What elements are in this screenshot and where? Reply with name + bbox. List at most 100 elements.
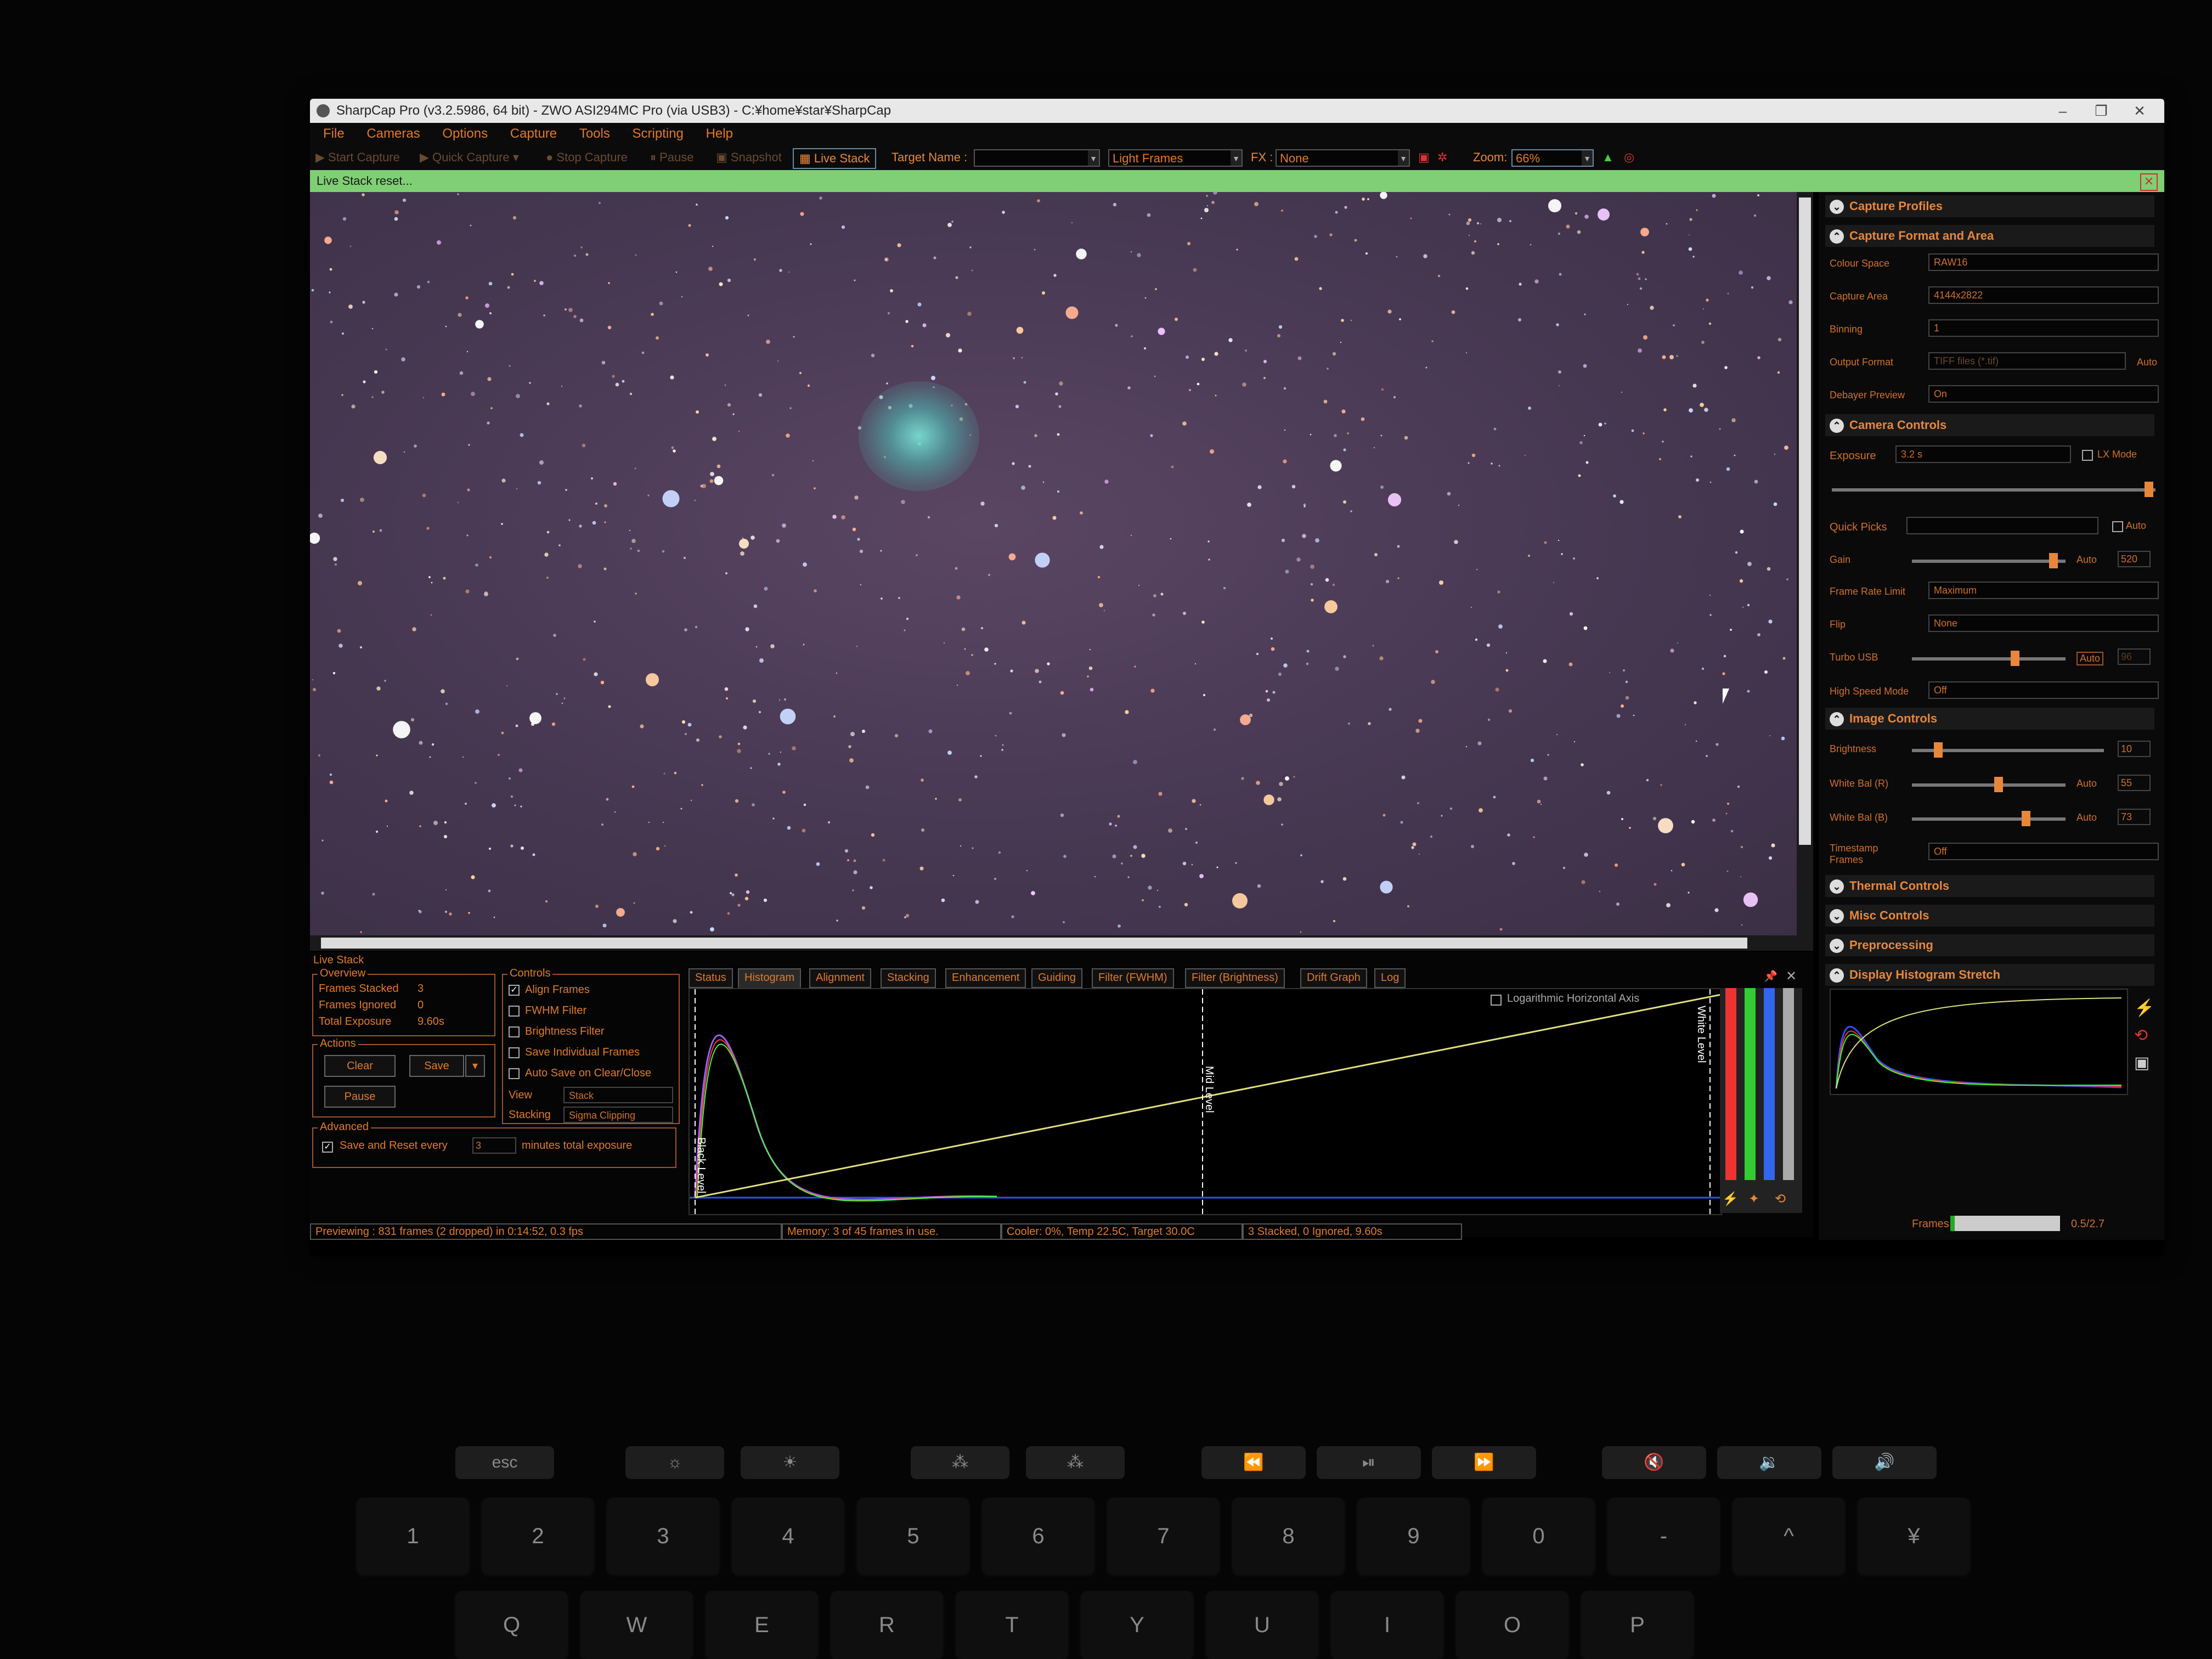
key-8[interactable]: 8 [1232,1498,1345,1575]
quick-picks-select[interactable] [1906,517,2098,534]
brightness-up-key[interactable]: ☀ [741,1446,839,1479]
key--[interactable]: - [1607,1498,1720,1575]
output-format-select[interactable]: TIFF files (*.tif) [1928,352,2126,370]
tab-status[interactable]: Status [689,968,733,988]
histogram-stretch-header[interactable]: ⌃ Display Histogram Stretch [1825,964,2154,986]
green-level-bar[interactable] [1745,988,1756,1180]
auto-save-checkbox[interactable] [509,1068,520,1079]
live-stack-button[interactable]: ▦ Live Stack [793,148,877,169]
key-p[interactable]: P [1581,1591,1694,1659]
key-o[interactable]: O [1456,1591,1568,1659]
tab-drift-graph[interactable]: Drift Graph [1300,968,1367,988]
turbo-usb-slider[interactable] [1912,651,2066,666]
image-preview[interactable] [310,192,1797,935]
keyboard-light-up-key[interactable]: ⁂ [1026,1446,1125,1479]
quick-picks-auto-checkbox[interactable] [2112,521,2123,532]
key-y[interactable]: Y [1081,1591,1193,1659]
output-auto-label[interactable]: Auto [2137,357,2157,368]
gain-value[interactable]: 520 [2118,551,2151,567]
align-frames-checkbox[interactable]: ✓ [509,985,520,996]
key-4[interactable]: 4 [732,1498,844,1575]
lightning-icon[interactable]: ⚡ [1722,1191,1739,1207]
tab-log[interactable]: Log [1374,968,1406,988]
menu-scripting[interactable]: Scripting [633,123,684,145]
high-speed-select[interactable]: Off [1928,681,2159,699]
keyboard-light-down-key[interactable]: ⁂ [911,1446,1009,1479]
close-button[interactable]: ✕ [2120,99,2159,123]
tab-stacking[interactable]: Stacking [881,968,936,988]
blue-level-bar[interactable] [1764,988,1775,1180]
menu-capture[interactable]: Capture [510,123,557,145]
menu-tools[interactable]: Tools [579,123,610,145]
slider-knob[interactable] [2011,651,2019,666]
menu-help[interactable]: Help [706,123,733,145]
crosshair-icon[interactable]: ✲ [1437,145,1447,170]
timestamp-select[interactable]: Off [1928,843,2159,860]
key-q[interactable]: Q [455,1591,568,1659]
restore-button[interactable]: ❐ [2082,99,2120,123]
clear-button[interactable]: Clear [324,1055,396,1077]
horizontal-scrollbar[interactable] [310,935,1813,951]
frame-type-combo[interactable]: Light Frames ▼ [1108,149,1243,167]
tab-enhancement[interactable]: Enhancement [945,968,1026,988]
binning-select[interactable]: 1 [1928,319,2159,337]
play-pause-key[interactable]: ⏯ [1317,1446,1421,1479]
frame-rate-select[interactable]: Maximum [1928,582,2159,599]
histogram-icon[interactable]: ▲ [1602,145,1614,170]
key-3[interactable]: 3 [607,1498,719,1575]
brightness-value[interactable]: 10 [2118,741,2151,757]
key-1[interactable]: 1 [357,1498,469,1575]
red-level-bar[interactable] [1725,988,1736,1180]
rewind-key[interactable]: ⏪ [1201,1446,1306,1479]
tab-filter-fwhm[interactable]: Filter (FWHM) [1092,968,1174,988]
exposure-slider[interactable] [1832,482,2155,497]
key-0[interactable]: 0 [1482,1498,1595,1575]
luminance-level-bar[interactable] [1783,988,1794,1180]
wb-b-auto-label[interactable]: Auto [2076,812,2097,823]
key-6[interactable]: 6 [982,1498,1094,1575]
slider-knob[interactable] [2049,553,2058,568]
stop-capture-button[interactable]: ● Stop Capture [546,145,628,170]
reset-icon[interactable]: ⟲ [2134,1026,2148,1045]
wb-b-slider[interactable] [1912,811,2066,826]
target-icon[interactable]: ◎ [1624,145,1634,170]
preprocessing-header[interactable]: ⌄ Preprocessing [1825,934,2154,956]
key-^[interactable]: ^ [1733,1498,1845,1575]
gain-auto-label[interactable]: Auto [2076,554,2097,566]
start-capture-button[interactable]: ▶ Start Capture [315,145,400,170]
camera-controls-header[interactable]: ⌃ Camera Controls [1825,414,2154,436]
close-icon[interactable]: ✕ [2140,173,2158,191]
save-button[interactable]: Save [409,1055,464,1077]
fwhm-filter-checkbox[interactable] [509,1006,520,1017]
target-name-combo[interactable]: ▼ [974,149,1100,167]
stacking-select[interactable]: Sigma Clipping [563,1107,673,1123]
capture-profiles-header[interactable]: ⌄ Capture Profiles [1825,195,2154,217]
scroll-thumb[interactable] [1799,198,1811,845]
key-i[interactable]: I [1331,1591,1443,1659]
close-icon[interactable]: ✕ [1786,968,1797,984]
save-icon[interactable]: ▣ [2134,1053,2149,1073]
pause-button[interactable]: Pause [324,1086,396,1108]
brightness-filter-checkbox[interactable] [509,1026,520,1037]
snapshot-button[interactable]: ▣ Snapshot [716,145,782,170]
volume-up-key[interactable]: 🔊 [1832,1446,1937,1479]
volume-down-key[interactable]: 🔉 [1717,1446,1821,1479]
capture-area-select[interactable]: 4144x2822 [1928,286,2159,304]
scroll-thumb[interactable] [321,938,1747,949]
vertical-scrollbar[interactable] [1797,192,1813,935]
exposure-input[interactable]: 3.2 s [1895,445,2071,463]
tab-filter-brightness[interactable]: Filter (Brightness) [1185,968,1285,988]
image-controls-header[interactable]: ⌃ Image Controls [1825,708,2154,730]
histogram-chart[interactable]: Black Level Mid Level White Level Logari… [689,988,1722,1215]
wb-r-slider[interactable] [1912,777,2066,792]
lightning-icon[interactable]: ⚡ [2134,998,2154,1018]
brightness-down-key[interactable]: ☼ [625,1446,724,1479]
key-u[interactable]: U [1206,1591,1318,1659]
slider-knob[interactable] [2022,811,2030,826]
mute-key[interactable]: 🔇 [1602,1446,1706,1479]
tab-guiding[interactable]: Guiding [1031,968,1082,988]
key-9[interactable]: 9 [1357,1498,1470,1575]
zoom-combo[interactable]: 66% ▼ [1511,149,1594,167]
pause-button[interactable]: ⏸ Pause [650,145,694,170]
debayer-select[interactable]: On [1928,385,2159,403]
